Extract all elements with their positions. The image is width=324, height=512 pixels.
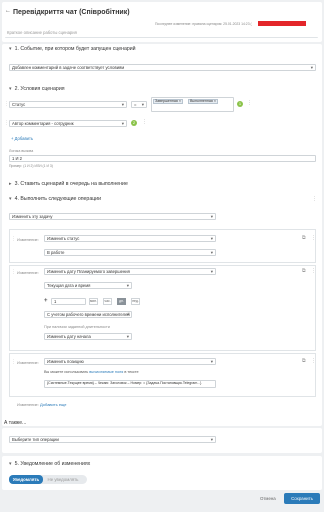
chevron-down-icon: ▾ [9,86,12,92]
operation-select-value: Изменить эту задачу [12,214,53,219]
condition-1-operator-value: = [134,102,137,107]
unit-days[interactable]: дн. [117,298,126,305]
section-4-title: 4. Выполнить следующие операции [14,196,101,202]
op-date-mode-value: С учетом рабочего времени исполнителей [47,312,130,317]
change-label: Изменение: [17,270,39,275]
change-label: Изменение: [17,237,39,242]
logic-label: Логика вызова [9,149,34,153]
op-comment-text[interactable]: {Системные.Текущее время} – Чекаю: Загол… [44,380,216,388]
condition-1-field[interactable]: Статус [9,101,127,108]
condition-2-field[interactable]: Автор комментария - сотрудник [9,120,127,127]
copy-icon[interactable]: ⧉ [302,359,306,364]
op-comment-select-value: Изменить позицию [47,359,84,364]
short-description-placeholder: Краткое описание работы сценария [7,30,77,35]
more-vert-icon[interactable]: ⋮ [311,236,316,241]
save-button[interactable]: Сохранить [284,493,320,504]
chevron-down-icon: ▾ [9,461,12,467]
op-date-base-value: Текущая дата и время [47,283,91,288]
drag-handle-icon[interactable]: ⋮ [11,269,16,275]
short-description-input[interactable]: Краткое описание работы сценария [5,30,318,38]
drag-handle-icon[interactable]: ⋮ [11,359,16,365]
notify-on-button[interactable]: Уведомлять [9,475,43,484]
condition-1-field-value: Статус [12,102,26,107]
unit-minutes[interactable]: мин. [89,298,98,305]
also-title: А также... [4,420,27,426]
back-arrow-icon[interactable]: ← [5,8,11,14]
section-1-header[interactable]: ▾ 1. Событие, при котором будет запущен с… [9,46,136,52]
condition-2-field-value: Автор комментария - сотрудник [12,121,74,126]
condition-1-operator[interactable]: = [131,101,147,108]
op-status-select[interactable]: Изменить статус [44,235,216,242]
also-select[interactable]: Выберите тип операции [9,436,216,443]
section-2-title: 2. Условия сценария [14,86,65,92]
operation-select[interactable]: Изменить эту задачу [9,213,216,220]
change-label: Изменение: [17,360,39,365]
logic-value: 1 И 2 [12,156,22,161]
add-change-row: Изменение: Добавить еще [17,402,67,407]
event-select-value: Добавлен комментарий в задаче соответств… [12,65,125,70]
redacted-author [258,21,306,26]
add-change-link[interactable]: Добавить еще [40,402,66,407]
section-2-header[interactable]: ▾ 2. Условия сценария [9,86,65,92]
op-date-holiday-value: Изменить дату начала [47,334,91,339]
op-date-mode[interactable]: С учетом рабочего времени исполнителей [44,311,132,318]
unit-weeks[interactable]: нед. [131,298,140,305]
hint-prefix: Вы можете использовать [44,370,90,374]
condition-2-badge: 2 [131,120,137,126]
op-comment-text-value: {Системные.Текущее время} – Чекаю: Загол… [47,381,202,385]
section-3-header[interactable]: ▸ 3. Ставить сценарий в очередь на выполн… [9,181,128,187]
section-5-header[interactable]: ▾ 5. Уведомление об изменениях [9,461,90,467]
holiday-label: При наличии заданной длительности [44,325,110,329]
section-4-header[interactable]: ▾ 4. Выполнить следующие операции [9,196,101,202]
section-5-title: 5. Уведомление об изменениях [14,461,91,467]
chip-completed[interactable]: Завершенная × [153,99,183,104]
chevron-down-icon: ▾ [9,196,12,202]
also-select-value: Выберите тип операции [12,437,59,442]
more-vert-icon[interactable]: ⋮ [311,359,316,364]
section-1-title: 1. Событие, при котором будет запущен сц… [14,46,136,52]
op-date-base[interactable]: Текущая дата и время [44,282,132,289]
last-modified: Последнее изменение: правила сценария: 2… [155,22,252,26]
chevron-right-icon: ▸ [9,181,12,187]
condition-1-badge: 1 [237,101,243,107]
computed-fields-hint: Вы можете использовать вычисляемые поля … [44,370,139,374]
computed-fields-link[interactable]: вычисляемые поля [89,370,123,374]
more-vert-icon[interactable]: ⋮ [312,197,317,202]
logic-input[interactable]: 1 И 2 [9,155,316,162]
chevron-down-icon: ▾ [9,46,12,52]
op-date-select-value: Изменить дату Планируемого завершения [47,269,130,274]
op-date-amount-value: 1 [54,299,57,304]
add-condition-label: Добавить [14,136,34,141]
event-select[interactable]: Добавлен комментарий в задаче соответств… [9,64,316,71]
op-status-value-text: В работе [47,250,65,255]
drag-handle-icon[interactable]: ⋮ [11,236,16,242]
add-change-prefix: Изменение: [17,402,39,407]
more-vert-icon[interactable]: ⋮ [247,101,252,106]
section-3-title: 3. Ставить сценарий в очередь на выполне… [14,181,128,187]
op-date-holiday[interactable]: Изменить дату начала [44,333,132,340]
op-date-amount[interactable]: 1 [51,298,86,305]
plus-sign: + [44,298,48,304]
more-vert-icon[interactable]: ⋮ [311,269,316,274]
page-title: Перевідкриття чат (Співробітник) [13,9,130,16]
add-condition-link[interactable]: + Добавить [11,136,33,141]
more-vert-icon[interactable]: ⋮ [142,120,147,125]
unit-hours[interactable]: час. [103,298,112,305]
cancel-button[interactable]: Отмена [260,496,276,501]
chip-done[interactable]: Выполненная × [188,99,218,104]
copy-icon[interactable]: ⧉ [302,269,306,274]
op-date-select[interactable]: Изменить дату Планируемого завершения [44,268,216,275]
hint-suffix: в тексте [123,370,139,374]
copy-icon[interactable]: ⧉ [302,236,306,241]
logic-hint: Пример: (1 И 2) ИЛИ (1 И 3) [9,164,53,168]
notify-off-button[interactable]: Не уведомлять [43,475,83,484]
op-status-value[interactable]: В работе [44,249,216,256]
op-comment-select[interactable]: Изменить позицию [44,358,216,365]
op-status-select-value: Изменить статус [47,236,80,241]
